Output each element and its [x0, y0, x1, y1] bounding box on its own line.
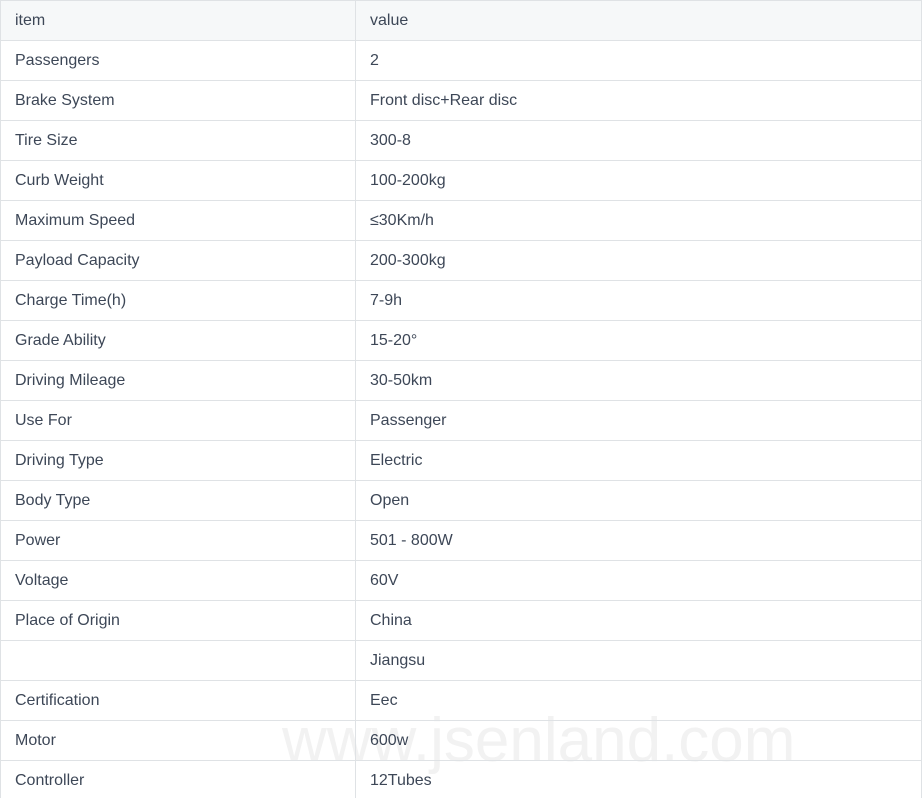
cell-value: 2 [355, 40, 922, 81]
table-row: Brake System Front disc+Rear disc [0, 80, 922, 121]
table-row: Charge Time(h) 7-9h [0, 280, 922, 321]
cell-item: Controller [0, 760, 356, 798]
cell-value: 60V [355, 560, 922, 601]
cell-item: Place of Origin [0, 600, 356, 641]
cell-item: Motor [0, 720, 356, 761]
cell-item: Grade Ability [0, 320, 356, 361]
cell-value: ≤30Km/h [355, 200, 922, 241]
cell-item: Brake System [0, 80, 356, 121]
table-row: Body Type Open [0, 480, 922, 521]
table-row: Voltage 60V [0, 560, 922, 601]
cell-item: Driving Mileage [0, 360, 356, 401]
cell-value: Passenger [355, 400, 922, 441]
column-header-value: value [355, 0, 922, 41]
cell-item: Charge Time(h) [0, 280, 356, 321]
table-body: Passengers 2 Brake System Front disc+Rear d… [0, 40, 922, 798]
cell-value: China [355, 600, 922, 641]
table-row: Jiangsu [0, 640, 922, 681]
table-header: item value [0, 0, 922, 41]
cell-value: 30-50km [355, 360, 922, 401]
cell-item: Certification [0, 680, 356, 721]
cell-item: Maximum Speed [0, 200, 356, 241]
cell-value: Open [355, 480, 922, 521]
cell-item: Driving Type [0, 440, 356, 481]
cell-value: 100-200kg [355, 160, 922, 201]
cell-value: 600w [355, 720, 922, 761]
cell-item: Curb Weight [0, 160, 356, 201]
cell-value: 15-20° [355, 320, 922, 361]
table-row: Curb Weight 100-200kg [0, 160, 922, 201]
cell-item: Payload Capacity [0, 240, 356, 281]
table-row: Controller 12Tubes [0, 760, 922, 798]
column-header-item: item [0, 0, 356, 41]
table-row: Tire Size 300-8 [0, 120, 922, 161]
specification-table: item value Passengers 2 Brake System Front … [0, 0, 922, 798]
cell-value: 501 - 800W [355, 520, 922, 561]
cell-item: Passengers [0, 40, 356, 81]
table-row: Driving Type Electric [0, 440, 922, 481]
cell-item: Tire Size [0, 120, 356, 161]
cell-item: Voltage [0, 560, 356, 601]
cell-value: Electric [355, 440, 922, 481]
spec-table-container: www.jsenland.com item value Passengers 2 B… [0, 0, 923, 798]
table-row: Driving Mileage 30-50km [0, 360, 922, 401]
table-header-row: item value [0, 0, 922, 41]
table-row: Motor 600w [0, 720, 922, 761]
table-row: Power 501 - 800W [0, 520, 922, 561]
cell-item: Power [0, 520, 356, 561]
cell-value: 300-8 [355, 120, 922, 161]
cell-value: Eec [355, 680, 922, 721]
cell-value: 7-9h [355, 280, 922, 321]
table-row: Maximum Speed ≤30Km/h [0, 200, 922, 241]
cell-item: Use For [0, 400, 356, 441]
cell-value: 200-300kg [355, 240, 922, 281]
cell-item [0, 640, 356, 681]
cell-item: Body Type [0, 480, 356, 521]
cell-value: 12Tubes [355, 760, 922, 798]
table-row: Use For Passenger [0, 400, 922, 441]
cell-value: Front disc+Rear disc [355, 80, 922, 121]
table-row: Grade Ability 15-20° [0, 320, 922, 361]
table-row: Passengers 2 [0, 40, 922, 81]
table-row: Certification Eec [0, 680, 922, 721]
cell-value: Jiangsu [355, 640, 922, 681]
table-row: Payload Capacity 200-300kg [0, 240, 922, 281]
table-row: Place of Origin China [0, 600, 922, 641]
